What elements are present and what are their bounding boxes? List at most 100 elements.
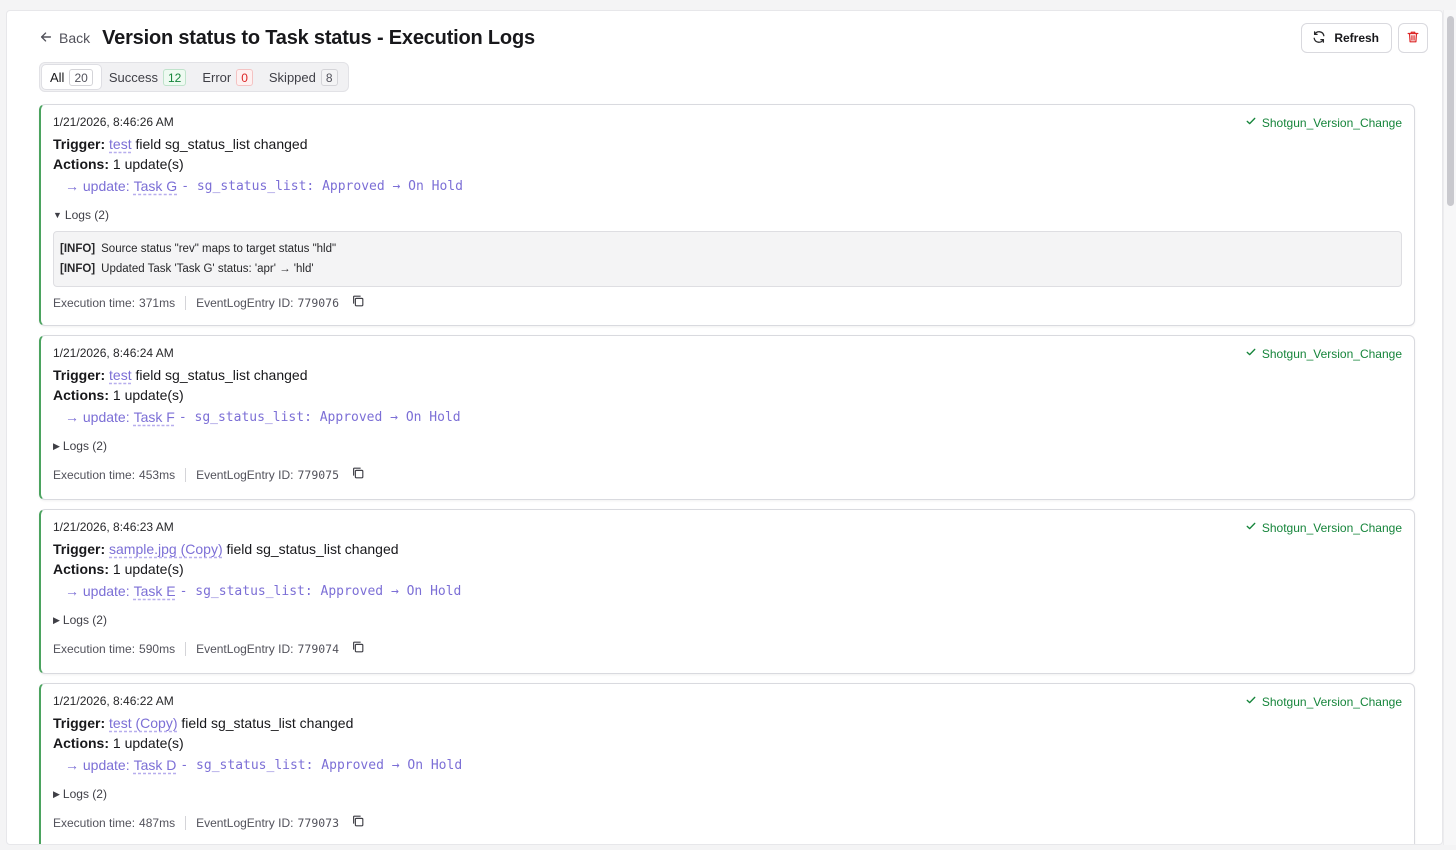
trigger-line: Trigger: test field sg_status_list chang… bbox=[53, 367, 307, 383]
update-action: → update: Task E- sg_status_list: Approve… bbox=[65, 583, 461, 599]
status-change: - sg_status_list: Approved → On Hold bbox=[179, 583, 462, 599]
copy-id-button[interactable] bbox=[351, 294, 365, 311]
trigger-line: Trigger: test field sg_status_list chang… bbox=[53, 136, 307, 152]
trigger-entity-link[interactable]: test bbox=[109, 367, 132, 383]
task-link[interactable]: Task D bbox=[134, 757, 177, 773]
actions-label: Actions: bbox=[53, 735, 109, 751]
trigger-label: Trigger: bbox=[53, 136, 106, 152]
exec-time-label: Execution time: bbox=[53, 641, 136, 656]
exec-time-value: 590ms bbox=[139, 641, 176, 656]
event-id-label: EventLogEntry ID: bbox=[196, 641, 294, 656]
trigger-entity-link[interactable]: test bbox=[109, 136, 132, 152]
log-entry-card: 1/21/2026, 8:46:26 AM Shotgun_Version_Cha… bbox=[39, 104, 1415, 326]
check-icon bbox=[1245, 346, 1257, 361]
update-action: → update: Task D- sg_status_list: Approve… bbox=[65, 757, 462, 773]
entry-footer: Execution time: 371ms EventLogEntry ID: 779… bbox=[53, 294, 365, 311]
trigger-description: field sg_status_list changed bbox=[181, 715, 354, 731]
update-action: → update: Task G- sg_status_list: Approve… bbox=[65, 178, 463, 194]
delete-button[interactable] bbox=[1398, 23, 1428, 53]
logs-toggle[interactable]: ▶ Logs (2) bbox=[53, 439, 107, 453]
copy-id-button[interactable] bbox=[351, 640, 365, 657]
actions-label: Actions: bbox=[53, 561, 109, 577]
trigger-line: Trigger: test (Copy) field sg_status_lis… bbox=[53, 715, 353, 731]
actions-label: Actions: bbox=[53, 387, 109, 403]
exec-time-label: Execution time: bbox=[53, 815, 136, 830]
update-action: → update: Task F- sg_status_list: Approve… bbox=[65, 409, 461, 425]
trigger-description: field sg_status_list changed bbox=[135, 367, 308, 383]
trigger-description: field sg_status_list changed bbox=[135, 136, 308, 152]
source-status: Shotgun_Version_Change bbox=[1245, 694, 1402, 709]
back-button[interactable]: Back bbox=[39, 30, 90, 47]
copy-id-button[interactable] bbox=[351, 466, 365, 483]
update-prefix: → update: bbox=[65, 583, 130, 599]
scrollbar[interactable] bbox=[1443, 10, 1456, 845]
tab-error[interactable]: Error 0 bbox=[194, 65, 261, 89]
event-id-value: 779074 bbox=[297, 641, 340, 656]
source-status: Shotgun_Version_Change bbox=[1245, 346, 1402, 361]
task-link[interactable]: Task G bbox=[134, 178, 178, 194]
exec-time-label: Execution time: bbox=[53, 295, 136, 310]
refresh-button[interactable]: Refresh bbox=[1301, 23, 1392, 53]
trigger-description: field sg_status_list changed bbox=[226, 541, 399, 557]
check-icon bbox=[1245, 115, 1257, 130]
event-id-label: EventLogEntry ID: bbox=[196, 815, 294, 830]
log-line: [INFO] Updated Task 'Task G' status: 'apr… bbox=[60, 259, 1395, 279]
source-status: Shotgun_Version_Change bbox=[1245, 520, 1402, 535]
divider bbox=[185, 295, 187, 310]
tab-success[interactable]: Success 12 bbox=[101, 65, 195, 89]
trash-icon bbox=[1406, 30, 1420, 47]
event-id-label: EventLogEntry ID: bbox=[196, 295, 294, 310]
update-prefix: → update: bbox=[65, 409, 130, 425]
trigger-line: Trigger: sample.jpg (Copy) field sg_stat… bbox=[53, 541, 399, 557]
count-badge: 8 bbox=[320, 68, 338, 86]
trigger-entity-link[interactable]: test (Copy) bbox=[109, 715, 177, 731]
trigger-label: Trigger: bbox=[53, 541, 106, 557]
actions-line: Actions: 1 update(s) bbox=[53, 156, 184, 172]
back-label: Back bbox=[59, 30, 91, 46]
logs-toggle-label: Logs (2) bbox=[62, 613, 107, 627]
copy-icon bbox=[351, 466, 365, 483]
entry-footer: Execution time: 453ms EventLogEntry ID: 779… bbox=[53, 466, 365, 483]
event-id-label: EventLogEntry ID: bbox=[196, 467, 294, 482]
caret-right-icon: ▶ bbox=[53, 614, 60, 625]
actions-line: Actions: 1 update(s) bbox=[53, 561, 184, 577]
check-icon bbox=[1245, 694, 1257, 709]
status-change: - sg_status_list: Approved → On Hold bbox=[181, 178, 463, 194]
divider bbox=[185, 815, 187, 830]
source-status: Shotgun_Version_Change bbox=[1245, 115, 1402, 130]
copy-icon bbox=[351, 640, 365, 657]
tab-all[interactable]: All 20 bbox=[42, 65, 101, 89]
status-change: - sg_status_list: Approved → On Hold bbox=[178, 409, 461, 425]
count-badge: 20 bbox=[69, 68, 93, 86]
tab-skipped[interactable]: Skipped 8 bbox=[261, 65, 346, 89]
log-entry-card: 1/21/2026, 8:46:23 AM Shotgun_Version_Cha… bbox=[39, 509, 1415, 674]
caret-right-icon: ▶ bbox=[53, 440, 60, 451]
actions-line: Actions: 1 update(s) bbox=[53, 735, 184, 751]
actions-count: 1 update(s) bbox=[112, 156, 184, 172]
actions-line: Actions: 1 update(s) bbox=[53, 387, 184, 403]
source-label: Shotgun_Version_Change bbox=[1261, 115, 1402, 130]
copy-id-button[interactable] bbox=[351, 814, 365, 831]
update-prefix: → update: bbox=[65, 757, 130, 773]
task-link[interactable]: Task E bbox=[134, 583, 176, 599]
divider bbox=[185, 641, 187, 656]
arrow-left-icon bbox=[39, 30, 53, 47]
copy-icon bbox=[351, 294, 365, 311]
task-link[interactable]: Task F bbox=[134, 409, 175, 425]
logs-toggle[interactable]: ▶ Logs (2) bbox=[53, 613, 107, 627]
trigger-entity-link[interactable]: sample.jpg (Copy) bbox=[109, 541, 223, 557]
event-id-value: 779075 bbox=[297, 467, 340, 482]
source-label: Shotgun_Version_Change bbox=[1261, 694, 1402, 709]
entry-timestamp: 1/21/2026, 8:46:24 AM bbox=[53, 346, 174, 360]
logs-toggle[interactable]: ▶ Logs (2) bbox=[53, 787, 107, 801]
log-level: [INFO] bbox=[60, 263, 96, 275]
trigger-label: Trigger: bbox=[53, 715, 106, 731]
entry-timestamp: 1/21/2026, 8:46:23 AM bbox=[53, 520, 174, 534]
count-badge: 0 bbox=[236, 68, 253, 86]
exec-time-value: 371ms bbox=[139, 295, 176, 310]
logs-toggle[interactable]: ▼ Logs (2) bbox=[53, 208, 109, 222]
scrollbar-thumb[interactable] bbox=[1447, 16, 1454, 206]
log-entry-card: 1/21/2026, 8:46:24 AM Shotgun_Version_Cha… bbox=[39, 335, 1415, 500]
log-line: [INFO] Source status "rev" maps to target… bbox=[60, 239, 1395, 259]
check-icon bbox=[1245, 520, 1257, 535]
